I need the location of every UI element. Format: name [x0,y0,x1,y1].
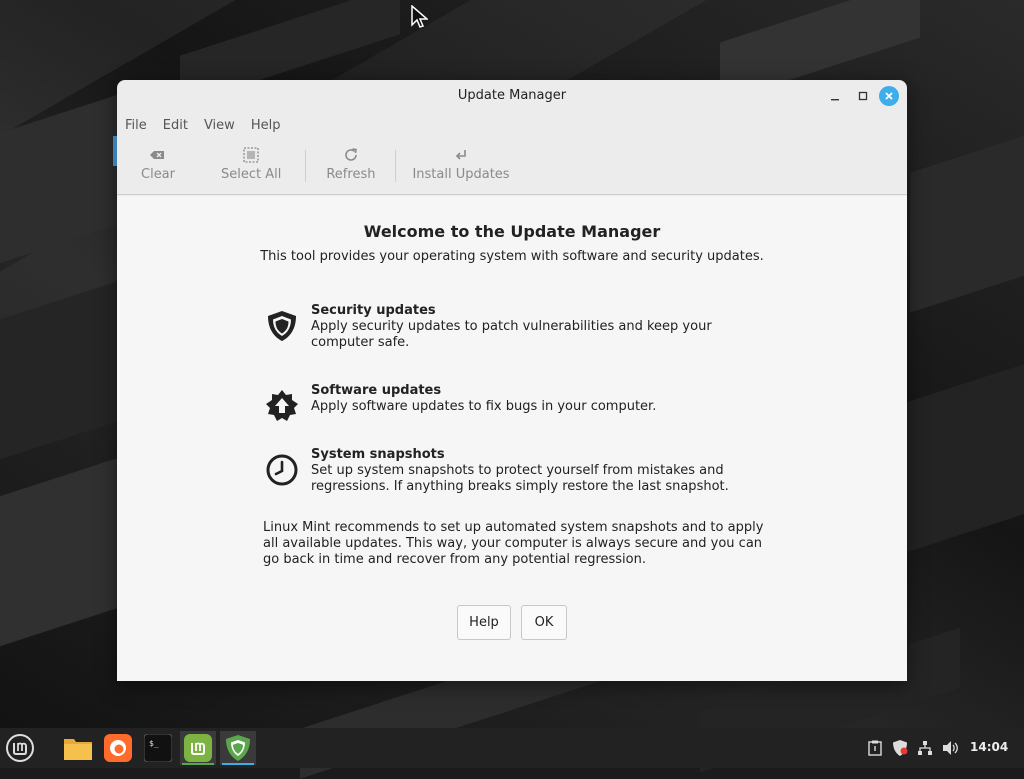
mintinstall-icon [184,734,212,762]
toolbar-separator [305,150,307,182]
close-icon [885,92,893,100]
mint-menu-icon[interactable] [5,733,35,763]
maximize-icon [858,91,868,101]
window-edge-highlight [113,136,117,166]
titlebar[interactable]: Update Manager [117,80,907,112]
active-indicator [182,763,214,765]
volume-tray[interactable] [940,728,962,768]
ok-button[interactable]: OK [521,605,567,640]
taskbar: $_ 14:04 [0,728,1024,768]
clipboard-tray[interactable] [866,728,884,768]
select-all-button[interactable]: Select All [215,138,287,182]
network-tray[interactable] [914,728,936,768]
close-button[interactable] [879,86,899,106]
toolbar-separator [395,150,397,182]
clock-icon [266,454,298,486]
clear-button[interactable]: Clear [135,138,181,182]
help-button[interactable]: Help [457,605,511,640]
feature-title: Software updates [311,383,442,398]
terminal-icon: $_ [144,734,172,762]
menu-file[interactable]: File [125,118,147,133]
files-launcher[interactable] [60,731,96,765]
maximize-button[interactable] [853,86,873,106]
firefox-launcher[interactable] [100,731,136,765]
dialog-subtitle: This tool provides your operating system… [260,249,764,264]
welcome-dialog: Welcome to the Update Manager This tool … [117,196,907,681]
select-all-icon [243,147,259,163]
menu-edit[interactable]: Edit [163,118,188,133]
refresh-icon [345,148,357,161]
menu-help[interactable]: Help [251,118,281,133]
update-manager-launcher[interactable] [220,731,256,765]
recommendation-text: Linux Mint recommends to set up automate… [263,520,764,567]
feature-description: Apply software updates to fix bugs in yo… [311,399,657,414]
select-all-label: Select All [221,167,282,182]
refresh-button[interactable]: Refresh [320,138,381,182]
network-icon [918,741,932,755]
mouse-cursor-icon [411,5,428,28]
menubar: File Edit View Help [117,112,907,138]
dialog-title: Welcome to the Update Manager [363,222,661,241]
install-icon [455,150,466,160]
refresh-label: Refresh [326,167,376,182]
minimize-icon [831,99,839,101]
install-updates-label: Install Updates [412,167,510,182]
update-tray[interactable] [890,728,910,768]
update-shield-icon [893,740,908,756]
feature-title: Security updates [311,303,436,318]
clipboard-icon [868,740,882,756]
minimize-button[interactable] [825,86,845,106]
feature-security: Security updates Apply security updates … [267,303,737,353]
feature-snapshots: System snapshots Set up system snapshots… [266,447,737,497]
window-title: Update Manager [457,88,567,103]
feature-title: System snapshots [311,447,445,462]
update-star-icon [266,390,298,421]
mintinstall-launcher[interactable] [180,731,216,765]
clock[interactable]: 14:04 [970,740,1008,754]
clear-icon [150,151,164,159]
menu-view[interactable]: View [204,118,235,133]
feature-description: Apply security updates to patch vulnerab… [311,319,712,350]
feature-description: Set up system snapshots to protect yours… [311,463,729,494]
volume-icon [943,741,958,755]
firefox-icon [104,734,132,762]
shield-icon [268,311,296,341]
terminal-launcher[interactable]: $_ [140,731,176,765]
files-icon [64,739,92,760]
install-updates-button[interactable]: Install Updates [406,138,515,182]
toolbar: Clear Select All Refresh Install Updates [117,138,907,195]
feature-software: Software updates Apply software updates … [266,383,737,423]
update-manager-icon [226,735,250,761]
active-indicator [222,763,254,765]
svg-text:$_: $_ [149,739,159,748]
clear-label: Clear [141,167,175,182]
